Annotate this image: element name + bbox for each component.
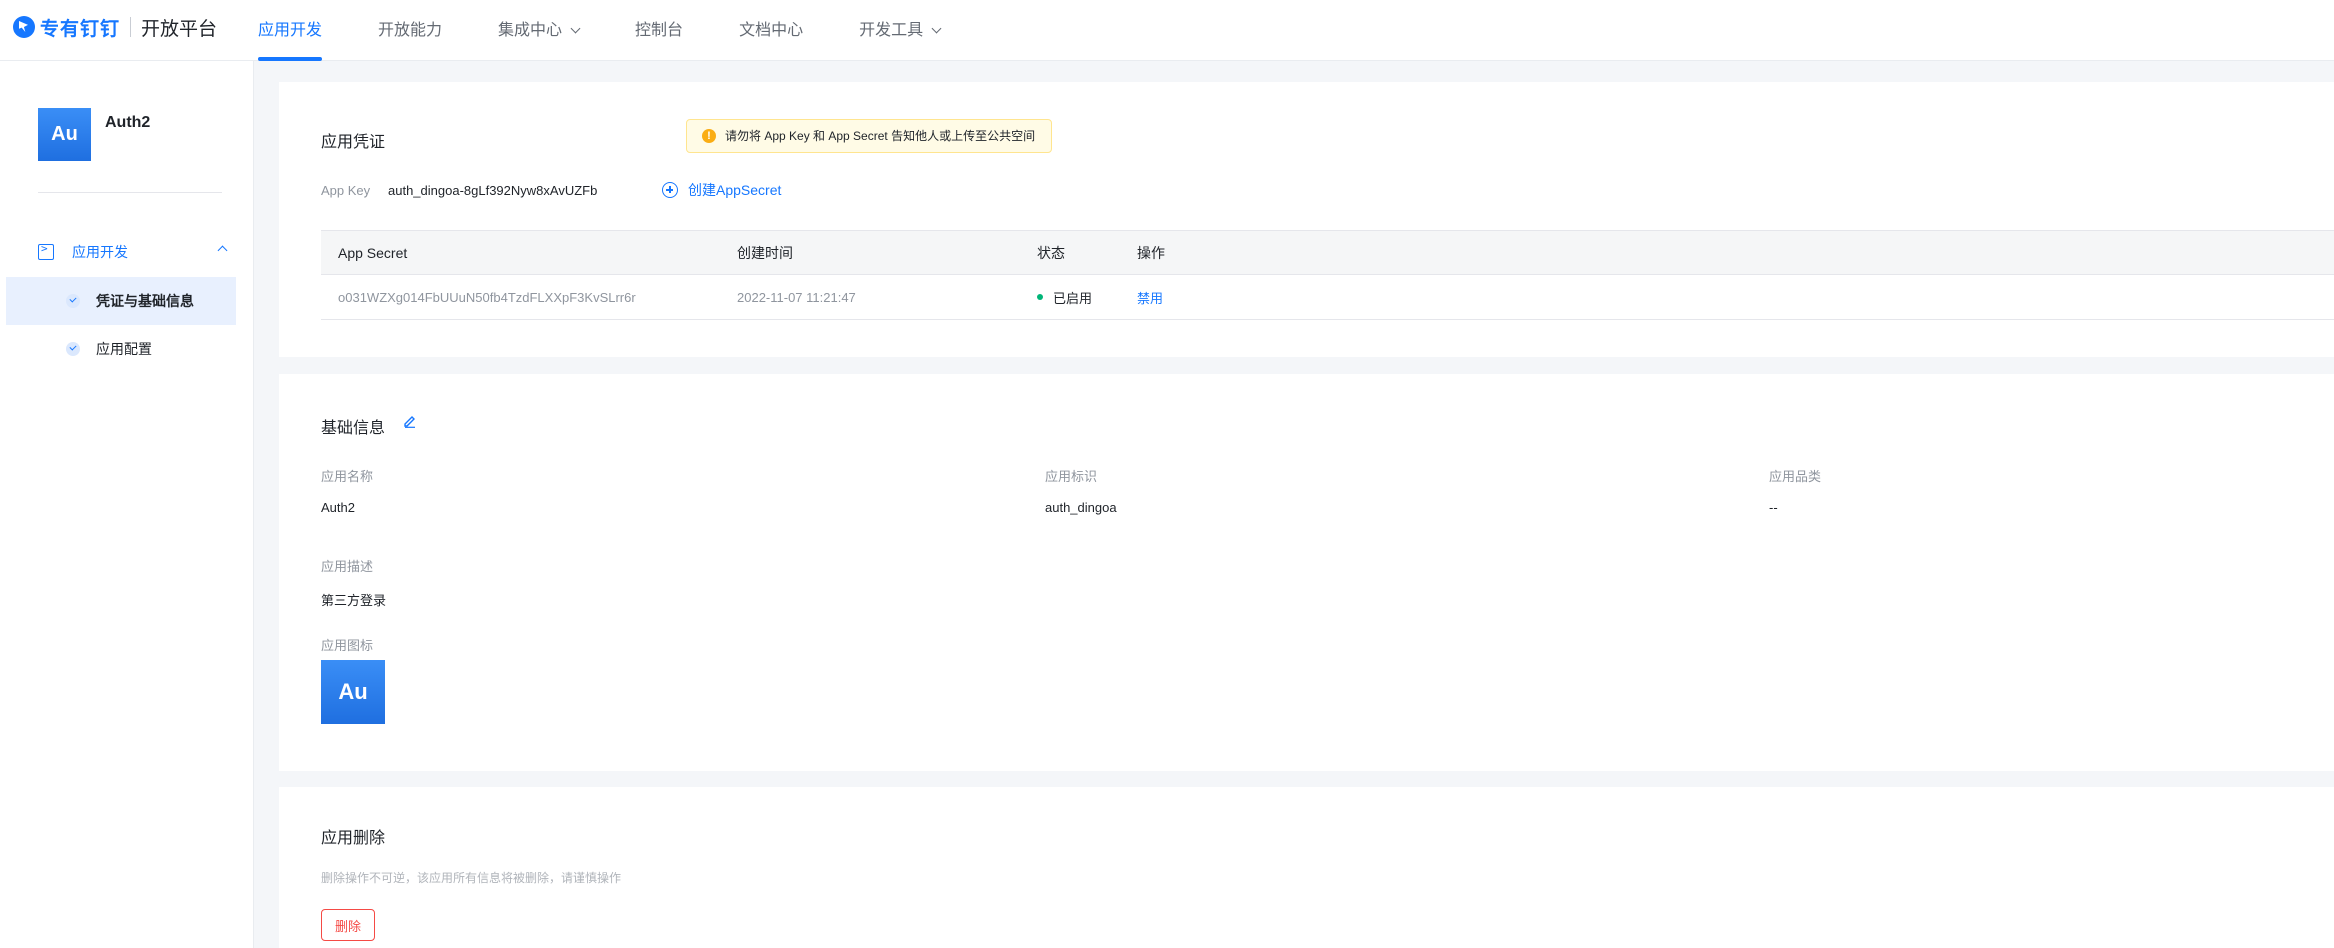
app-secret-value: o031WZXg014FbUUuN50fb4TzdFLXXpF3KvSLrr6r bbox=[338, 289, 636, 305]
nav-app-dev[interactable]: 应用开发 bbox=[258, 0, 323, 61]
edit-icon[interactable] bbox=[403, 414, 417, 428]
column-header: 状态 bbox=[1037, 244, 1065, 261]
platform-name: 开放平台 bbox=[141, 18, 218, 40]
logo[interactable]: 专有钉钉 开放平台 bbox=[13, 14, 217, 40]
basic-info-title: 基础信息 bbox=[321, 420, 386, 437]
app-key-value: auth_dingoa-8gLf392Nyw8xAvUZFb bbox=[388, 183, 598, 198]
warning-icon: ! bbox=[702, 129, 716, 143]
field-label-desc: 应用描述 bbox=[321, 559, 374, 574]
app-secret-table: App Secret 创建时间 状态 操作 o031WZXg014FbUUuN5… bbox=[321, 230, 2334, 320]
column-header: 操作 bbox=[1137, 244, 1165, 261]
logo-divider bbox=[130, 17, 132, 37]
app-name: Auth2 bbox=[105, 114, 151, 131]
credentials-card: 应用凭证 ! 请勿将 App Key 和 App Secret 告知他人或上传至… bbox=[279, 82, 2334, 357]
field-label-app-id: 应用标识 bbox=[1045, 469, 1098, 484]
app-key-label: App Key bbox=[321, 183, 371, 198]
field-label-icon: 应用图标 bbox=[321, 638, 374, 653]
column-header: App Secret bbox=[338, 244, 408, 261]
field-value-app-category: -- bbox=[1769, 500, 1778, 515]
create-app-secret-button[interactable]: 创建AppSecret bbox=[662, 180, 781, 200]
status-badge: 已启用 bbox=[1037, 275, 1092, 319]
nav-docs[interactable]: 文档中心 bbox=[739, 0, 803, 61]
dingtalk-logo-icon bbox=[13, 16, 35, 38]
check-icon bbox=[66, 294, 80, 308]
sidebar-group-app-dev[interactable]: 应用开发 bbox=[38, 241, 228, 263]
main-nav: 应用开发 开放能力 集成中心 控制台 文档中心 开发工具 bbox=[258, 0, 996, 61]
sidebar-item-credentials[interactable]: 凭证与基础信息 bbox=[6, 277, 236, 325]
chevron-down-icon bbox=[931, 23, 942, 34]
chevron-up-icon bbox=[217, 245, 228, 256]
sidebar: Au Auth2 应用开发 凭证与基础信息 应用配置 bbox=[0, 61, 254, 948]
nav-console[interactable]: 控制台 bbox=[635, 0, 683, 61]
nav-integration-center[interactable]: 集成中心 bbox=[498, 0, 581, 61]
sidebar-group-label: 应用开发 bbox=[72, 244, 128, 260]
table-row: o031WZXg014FbUUuN50fb4TzdFLXXpF3KvSLrr6r… bbox=[321, 275, 2334, 320]
sidebar-item-label: 凭证与基础信息 bbox=[96, 293, 194, 309]
sidebar-divider bbox=[38, 192, 222, 193]
chevron-down-icon bbox=[570, 23, 581, 34]
app-avatar: Au bbox=[38, 108, 91, 161]
disable-link[interactable]: 禁用 bbox=[1137, 275, 1163, 319]
field-label-app-category: 应用品类 bbox=[1769, 469, 1822, 484]
field-value-app-name: Auth2 bbox=[321, 500, 355, 515]
warning-banner: ! 请勿将 App Key 和 App Secret 告知他人或上传至公共空间 bbox=[686, 119, 1053, 153]
delete-hint: 删除操作不可逆，该应用所有信息将被删除，请谨慎操作 bbox=[321, 871, 622, 885]
delete-card: 应用删除 删除操作不可逆，该应用所有信息将被删除，请谨慎操作 删除 bbox=[279, 787, 2334, 948]
sidebar-item-label: 应用配置 bbox=[96, 341, 152, 357]
nav-dev-tools[interactable]: 开发工具 bbox=[859, 0, 942, 61]
check-icon bbox=[66, 342, 80, 356]
delete-button[interactable]: 删除 bbox=[321, 909, 375, 941]
sidebar-item-app-config[interactable]: 应用配置 bbox=[6, 325, 236, 373]
column-header: 创建时间 bbox=[737, 244, 793, 261]
field-value-app-id: auth_dingoa bbox=[1045, 500, 1117, 515]
app-icon-tile: Au bbox=[321, 660, 385, 724]
status-dot-icon bbox=[1037, 294, 1043, 300]
field-value-desc: 第三方登录 bbox=[321, 593, 387, 608]
terminal-icon bbox=[38, 242, 54, 260]
basic-info-card: 基础信息 应用名称 Auth2 应用标识 auth_dingoa 应用品类 --… bbox=[279, 374, 2334, 771]
delete-title: 应用删除 bbox=[321, 830, 386, 847]
nav-open-capability[interactable]: 开放能力 bbox=[378, 0, 442, 61]
plus-circle-icon bbox=[662, 182, 678, 198]
credentials-title: 应用凭证 bbox=[321, 134, 386, 151]
created-time: 2022-11-07 11:21:47 bbox=[737, 289, 856, 305]
warning-text: 请勿将 App Key 和 App Secret 告知他人或上传至公共空间 bbox=[725, 129, 1036, 143]
top-navbar: 专有钉钉 开放平台 应用开发 开放能力 集成中心 控制台 文档中心 开发工具 bbox=[0, 0, 2334, 61]
brand-name: 专有钉钉 bbox=[40, 18, 121, 40]
table-header: App Secret 创建时间 状态 操作 bbox=[321, 230, 2334, 275]
field-label-app-name: 应用名称 bbox=[321, 469, 374, 484]
